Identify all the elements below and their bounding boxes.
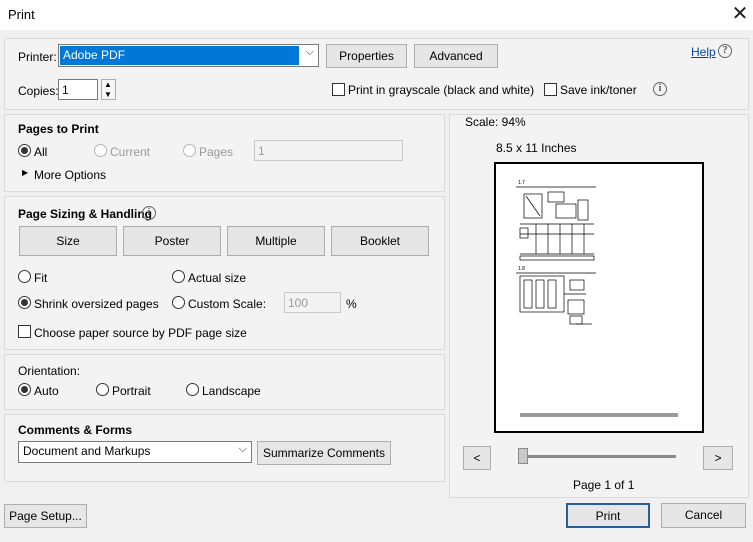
window-title: Print <box>8 7 35 22</box>
orientation-heading: Orientation: <box>18 364 81 378</box>
page-slider-track[interactable] <box>520 455 676 458</box>
copies-value: 1 <box>62 83 69 97</box>
tab-multiple[interactable]: Multiple <box>227 226 325 256</box>
save-ink-checkbox[interactable] <box>544 83 557 96</box>
page-setup-button[interactable]: Page Setup... <box>4 504 87 528</box>
radio-fit-label: Fit <box>34 271 48 285</box>
chevron-down-icon: ⌵ <box>305 46 314 58</box>
save-ink-label: Save ink/toner <box>560 83 637 97</box>
schematic-bottom <box>519 275 592 325</box>
comments-select[interactable]: Document and Markups ⌵ <box>18 441 252 463</box>
diagram-label-1: 1.7 <box>518 180 525 186</box>
cancel-button[interactable]: Cancel <box>661 503 746 528</box>
radio-portrait[interactable] <box>96 383 109 396</box>
copies-input[interactable]: 1 <box>58 79 98 100</box>
radio-all[interactable] <box>18 144 31 157</box>
custom-scale-value: 100 <box>288 296 309 310</box>
stepper-down-icon[interactable]: ▼ <box>104 90 112 99</box>
help-icon[interactable]: ? <box>718 44 732 58</box>
radio-portrait-label: Portrait <box>112 384 151 398</box>
chevron-down-icon: ⌵ <box>238 443 247 455</box>
help-link[interactable]: Help <box>691 45 716 59</box>
radio-custom-scale-label: Custom Scale: <box>188 297 267 311</box>
radio-custom-scale[interactable] <box>172 296 185 309</box>
radio-shrink[interactable] <box>18 296 31 309</box>
more-options-link[interactable]: More Options <box>34 168 106 182</box>
custom-scale-input[interactable]: 100 <box>284 292 341 313</box>
radio-auto[interactable] <box>18 383 31 396</box>
pages-heading: Pages to Print <box>18 122 99 136</box>
radio-pages-label: Pages <box>199 145 234 159</box>
paper-source-label: Choose paper source by PDF page size <box>34 326 247 340</box>
radio-landscape-label: Landscape <box>202 384 261 398</box>
page-status: Page 1 of 1 <box>573 478 635 492</box>
prev-page-button[interactable]: < <box>463 446 491 470</box>
percent-label: % <box>346 297 357 311</box>
info-icon[interactable]: i <box>653 82 667 96</box>
tab-poster[interactable]: Poster <box>123 226 221 256</box>
radio-shrink-label: Shrink oversized pages <box>34 297 159 311</box>
page-slider-thumb[interactable] <box>518 448 528 464</box>
pages-range-value: 1 <box>258 144 265 158</box>
paper-size-label: 8.5 x 11 Inches <box>496 141 577 155</box>
comments-value: Document and Markups <box>23 444 151 458</box>
radio-current-label: Current <box>110 145 151 159</box>
preview-page: 1.7 1.8 <box>494 162 704 433</box>
radio-fit[interactable] <box>18 270 31 283</box>
radio-auto-label: Auto <box>34 384 59 398</box>
summarize-comments-button[interactable]: Summarize Comments <box>257 441 391 465</box>
paper-source-checkbox[interactable] <box>18 325 31 338</box>
radio-pages[interactable] <box>183 144 196 157</box>
schematic-diagram: 1.7 1.8 <box>516 180 678 417</box>
radio-landscape[interactable] <box>186 383 199 396</box>
printer-label: Printer: <box>18 50 57 64</box>
radio-actual-size[interactable] <box>172 270 185 283</box>
tab-size[interactable]: Size <box>19 226 117 256</box>
grayscale-checkbox[interactable] <box>332 83 345 96</box>
properties-button[interactable]: Properties <box>326 44 407 68</box>
scale-label: Scale: 94% <box>465 115 526 129</box>
copies-label: Copies: <box>18 84 59 98</box>
info-icon[interactable]: i <box>142 206 156 220</box>
stepper-up-icon[interactable]: ▲ <box>104 80 112 89</box>
grayscale-label: Print in grayscale (black and white) <box>348 83 535 97</box>
footer-bar <box>520 413 678 417</box>
print-button[interactable]: Print <box>566 503 650 528</box>
orientation-panel <box>4 354 445 410</box>
next-page-button[interactable]: > <box>703 446 733 470</box>
title-bar <box>0 0 753 30</box>
radio-all-label: All <box>34 145 48 159</box>
sizing-heading: Page Sizing & Handling <box>18 207 153 221</box>
radio-actual-size-label: Actual size <box>188 271 247 285</box>
comments-heading: Comments & Forms <box>18 423 133 437</box>
triangle-right-icon[interactable]: ▶ <box>22 168 28 177</box>
schematic-top <box>519 191 595 261</box>
radio-current[interactable] <box>94 144 107 157</box>
diagram-label-2: 1.8 <box>518 266 525 272</box>
tab-booklet[interactable]: Booklet <box>331 226 429 256</box>
pages-range-input[interactable]: 1 <box>254 140 403 161</box>
printer-select[interactable]: Adobe PDF ⌵ <box>58 44 319 67</box>
copies-stepper[interactable]: ▲ ▼ <box>101 79 116 100</box>
close-icon[interactable]: ✕ <box>728 2 752 26</box>
advanced-button[interactable]: Advanced <box>414 44 498 68</box>
printer-value: Adobe PDF <box>63 48 126 62</box>
